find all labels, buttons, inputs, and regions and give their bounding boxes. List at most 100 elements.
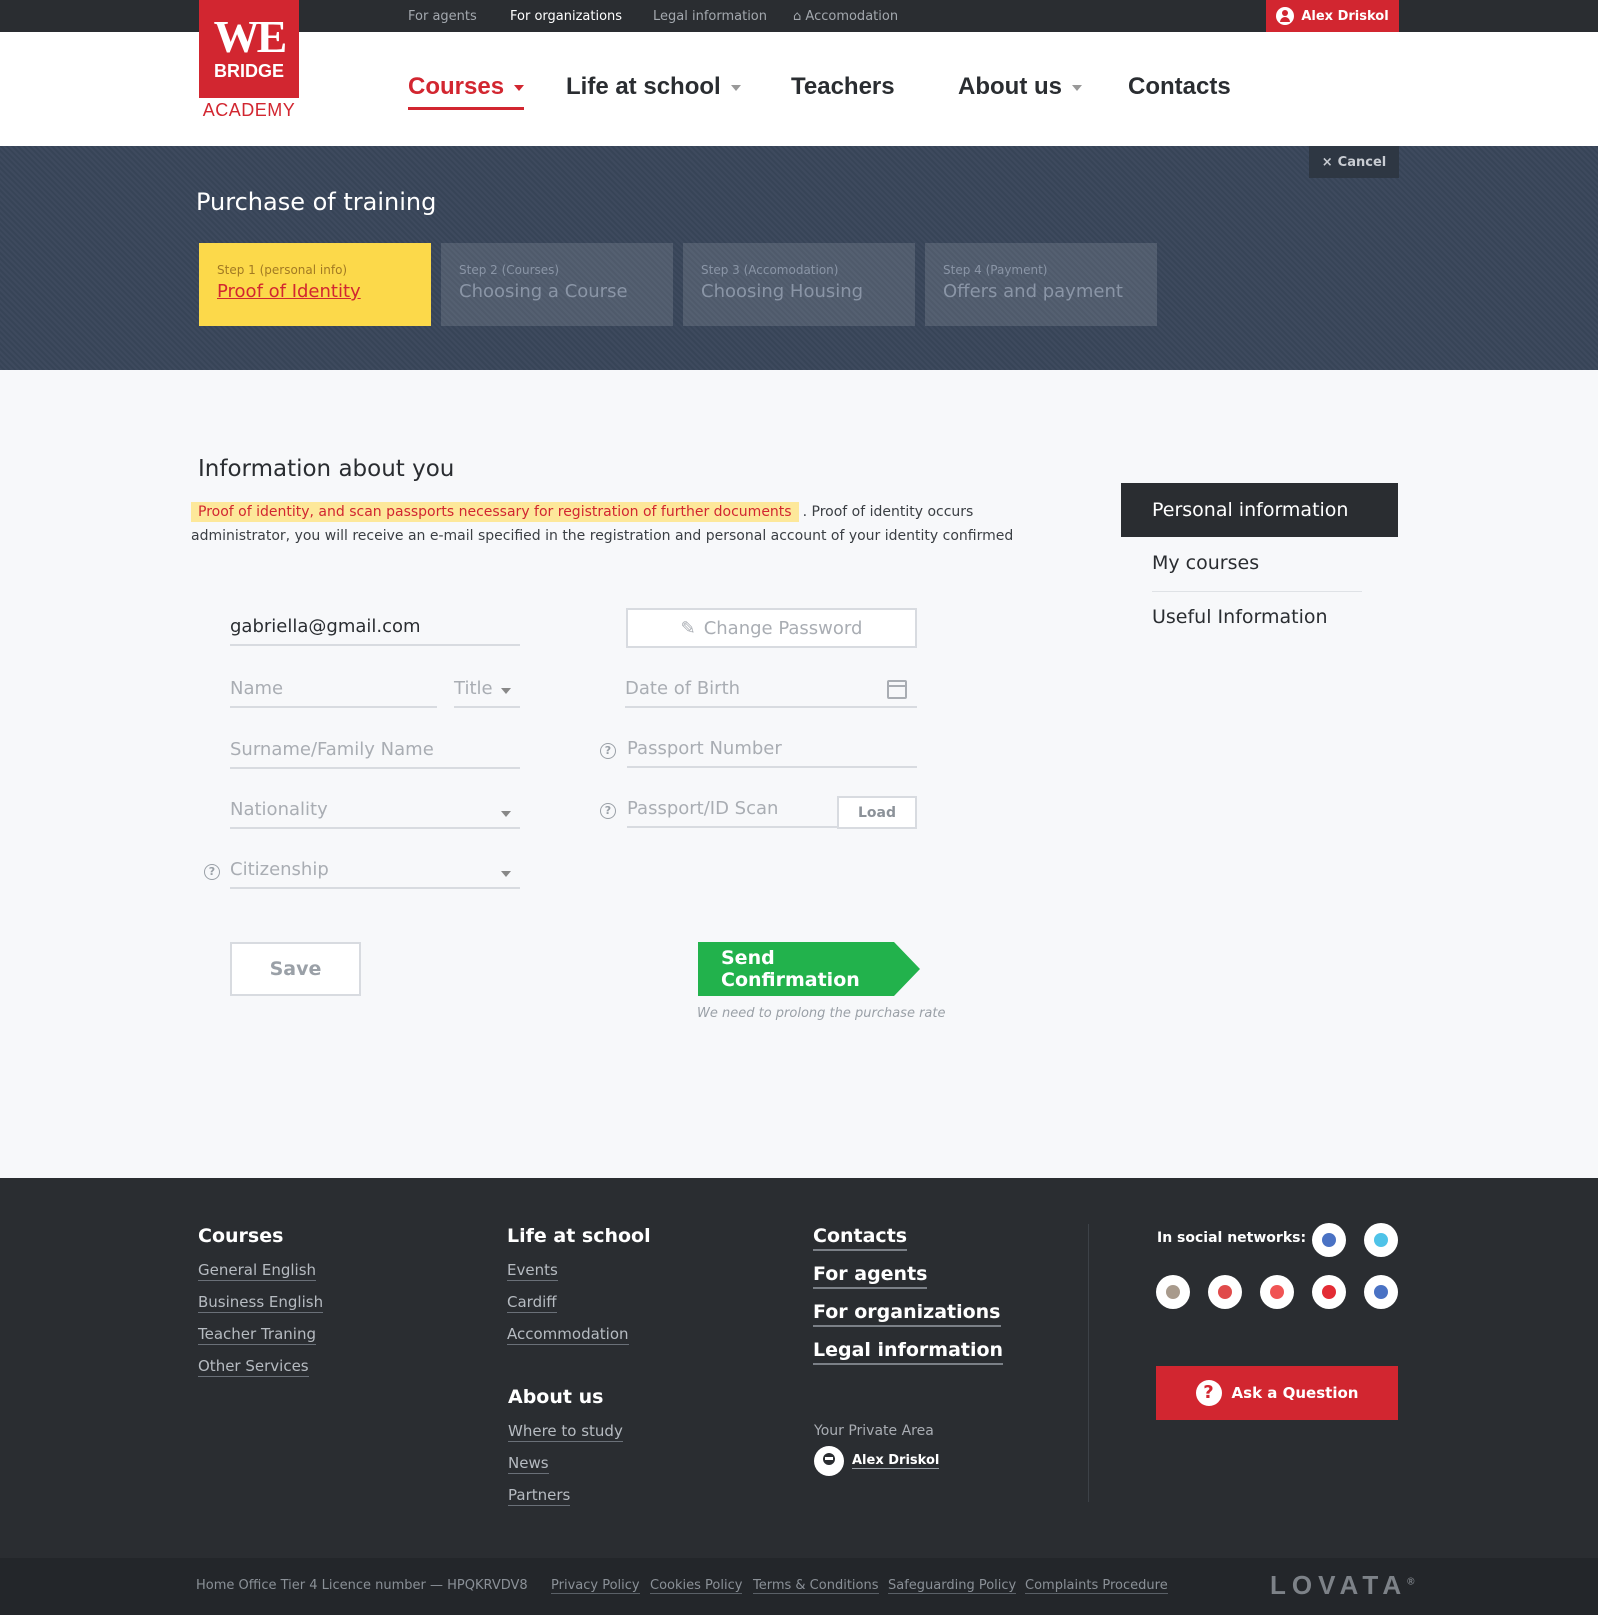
social-dot	[1166, 1285, 1180, 1299]
top-link-accomodation[interactable]: ⌂ Accomodation	[793, 9, 898, 24]
passport-number-field[interactable]: Passport Number	[627, 730, 917, 768]
social-vk-icon[interactable]	[1364, 1275, 1398, 1309]
footer-link[interactable]: Events	[507, 1261, 558, 1281]
terms-link[interactable]: Terms & Conditions	[753, 1578, 879, 1594]
social-pinterest-icon[interactable]	[1260, 1275, 1294, 1309]
user-account-button[interactable]: Alex Driskol	[1266, 0, 1399, 32]
chevron-down-icon	[730, 84, 741, 91]
footer-link[interactable]: Accommodation	[507, 1325, 629, 1345]
send-note: We need to prolong the purchase rate	[697, 1006, 946, 1021]
title-placeholder: Title	[454, 678, 493, 699]
licence-text: Home Office Tier 4 Licence number — HPQK…	[196, 1578, 528, 1593]
social-google-icon[interactable]	[1208, 1275, 1242, 1309]
footer-link[interactable]: Partners	[508, 1486, 571, 1506]
footer-link[interactable]: Other Services	[198, 1357, 309, 1377]
top-link-for-agents[interactable]: For agents	[408, 9, 477, 24]
social-facebook-icon[interactable]	[1312, 1223, 1346, 1257]
footer-link[interactable]: General English	[198, 1261, 317, 1281]
help-icon[interactable]: ?	[204, 864, 220, 880]
nav-teachers[interactable]: Teachers	[791, 73, 895, 101]
name-field[interactable]: Name	[230, 670, 437, 708]
social-twitter-icon[interactable]	[1364, 1223, 1398, 1257]
info-paragraph: Proof of identity, and scan passports ne…	[191, 500, 1051, 548]
nationality-select[interactable]: Nationality	[230, 791, 520, 829]
passport-scan-field[interactable]: Passport/ID Scan	[627, 790, 837, 828]
footer-link[interactable]: Where to study	[508, 1422, 623, 1442]
footer-link-legal-information[interactable]: Legal information	[813, 1339, 1004, 1365]
footer-link[interactable]: Teacher Traning	[198, 1325, 316, 1345]
step-3-tab[interactable]: Step 3 (Accomodation) Choosing Housing	[683, 243, 915, 326]
footer-link-for-agents[interactable]: For agents	[813, 1263, 928, 1289]
nationality-placeholder: Nationality	[230, 799, 328, 820]
footer-link-contacts[interactable]: Contacts	[813, 1225, 908, 1251]
save-button[interactable]: Save	[230, 942, 361, 996]
social-dot	[1270, 1285, 1284, 1299]
social-youtube-icon[interactable]	[1312, 1275, 1346, 1309]
surname-field[interactable]: Surname/Family Name	[230, 731, 520, 769]
divider	[1088, 1224, 1089, 1502]
safeguarding-policy-link[interactable]: Safeguarding Policy	[888, 1578, 1017, 1594]
name-placeholder: Name	[230, 678, 284, 699]
nav-about-label: About us	[958, 73, 1062, 100]
load-button[interactable]: Load	[837, 796, 917, 829]
surname-placeholder: Surname/Family Name	[230, 739, 434, 760]
privacy-policy-link[interactable]: Privacy Policy	[551, 1578, 640, 1594]
step-1-tab[interactable]: Step 1 (personal info) Proof of Identity	[199, 243, 431, 326]
lovata-wordmark: LOVATA	[1270, 1570, 1408, 1600]
nav-courses[interactable]: Courses	[408, 73, 525, 110]
cancel-label: Cancel	[1337, 154, 1387, 170]
nav-about-us[interactable]: About us	[958, 73, 1082, 101]
home-icon: ⌂	[793, 9, 802, 24]
footer-link[interactable]: Cardiff	[507, 1293, 557, 1313]
step-title: Choosing a Course	[459, 281, 628, 302]
close-icon: ×	[1321, 154, 1333, 170]
side-item-my-courses[interactable]: My courses	[1152, 552, 1362, 574]
calendar-icon[interactable]	[887, 680, 907, 699]
date-of-birth-field[interactable]: Date of Birth	[625, 670, 917, 708]
social-label: In social networks:	[1157, 1230, 1307, 1246]
social-instagram-icon[interactable]	[1156, 1275, 1190, 1309]
ask-question-button[interactable]: ? Ask a Question	[1156, 1366, 1398, 1420]
section-title: Information about you	[198, 456, 455, 482]
top-link-legal-information[interactable]: Legal information	[653, 9, 767, 24]
nav-life-at-school[interactable]: Life at school	[566, 73, 741, 101]
chevron-down-icon	[514, 84, 525, 91]
social-dot	[1218, 1285, 1232, 1299]
email-field[interactable]: gabriella@gmail.com	[230, 608, 520, 646]
logo[interactable]: WE BRIDGE ACADEMY	[199, 0, 299, 128]
footer-heading-life[interactable]: Life at school	[507, 1225, 651, 1247]
chevron-down-icon	[501, 871, 511, 877]
dob-placeholder: Date of Birth	[625, 678, 741, 699]
help-icon[interactable]: ?	[600, 803, 616, 819]
citizenship-select[interactable]: Citizenship	[230, 851, 520, 889]
footer-heading-courses[interactable]: Courses	[198, 1225, 283, 1247]
cancel-button[interactable]: × Cancel	[1309, 146, 1399, 178]
footer-link[interactable]: Business English	[198, 1293, 324, 1313]
side-item-useful-information[interactable]: Useful Information	[1152, 606, 1362, 628]
step-label: Step 3 (Accomodation)	[701, 263, 839, 277]
step-label: Step 1 (personal info)	[217, 263, 348, 277]
private-area-user[interactable]: Alex Driskol	[814, 1446, 940, 1476]
step-4-tab[interactable]: Step 4 (Payment) Offers and payment	[925, 243, 1157, 326]
nav-contacts[interactable]: Contacts	[1128, 73, 1231, 101]
step-2-tab[interactable]: Step 2 (Courses) Choosing a Course	[441, 243, 673, 326]
side-item-personal-information[interactable]: Personal information	[1121, 483, 1398, 537]
complaints-procedure-link[interactable]: Complaints Procedure	[1025, 1578, 1168, 1594]
cookies-policy-link[interactable]: Cookies Policy	[650, 1578, 743, 1594]
help-icon[interactable]: ?	[600, 743, 616, 759]
footer-heading-about[interactable]: About us	[508, 1386, 603, 1408]
top-link-for-organizations[interactable]: For organizations	[510, 9, 622, 24]
logo-box: WE BRIDGE	[199, 0, 299, 98]
lovata-logo[interactable]: LOVATA®	[1270, 1570, 1414, 1601]
social-dot	[1322, 1285, 1336, 1299]
step-title: Proof of Identity	[217, 281, 361, 302]
title-select[interactable]: Title	[454, 670, 520, 708]
private-area-label: Your Private Area	[814, 1423, 934, 1439]
send-confirmation-button[interactable]: Send Confirmation	[698, 942, 920, 996]
footer-link-for-organizations[interactable]: For organizations	[813, 1301, 1001, 1327]
footer-link[interactable]: News	[508, 1454, 549, 1474]
social-dot	[1374, 1233, 1388, 1247]
social-dot	[1374, 1285, 1388, 1299]
user-name: Alex Driskol	[1301, 8, 1389, 24]
change-password-button[interactable]: ✎ Change Password	[626, 608, 917, 648]
